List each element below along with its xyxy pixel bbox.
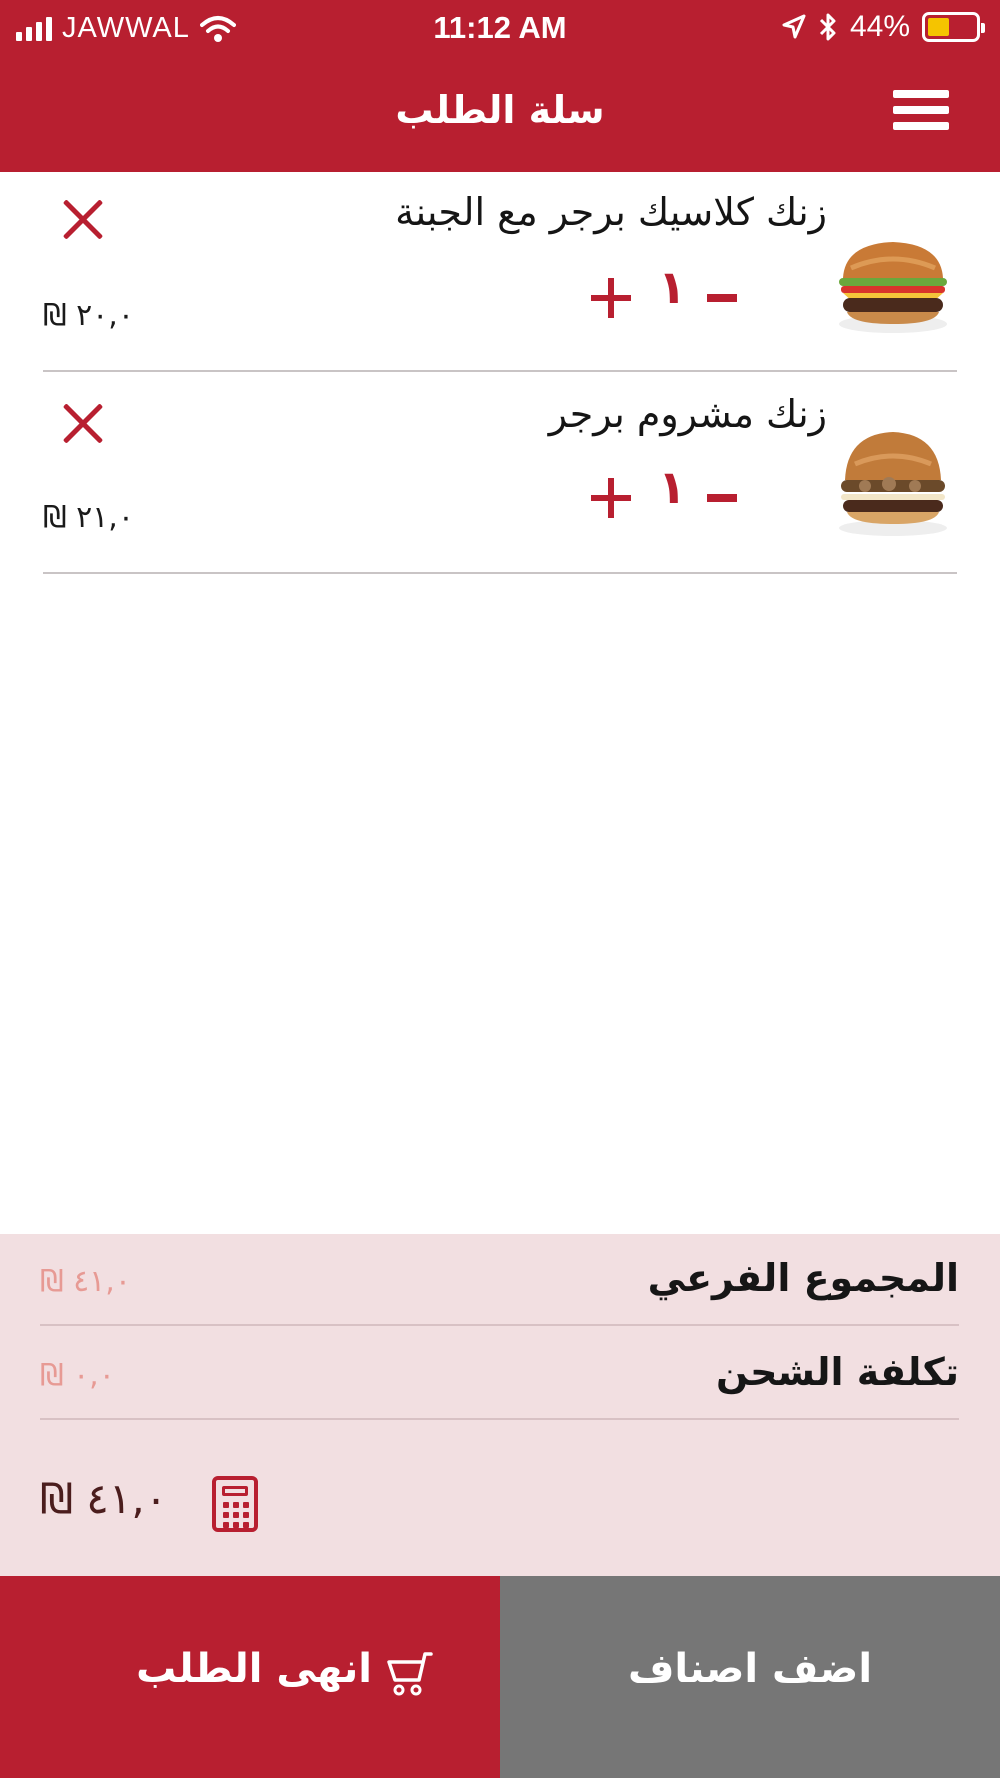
decrease-quantity-button[interactable] [707,294,737,302]
calculator-icon [212,1476,258,1532]
finish-order-label: انهى الطلب [136,1646,372,1692]
menu-icon[interactable] [893,90,949,130]
item-name: زنك كلاسيك برجر مع الجبنة [395,190,827,234]
remove-item-button[interactable] [61,402,105,446]
item-name: زنك مشروم برجر [548,392,827,436]
shipping-label: تكلفة الشحن [715,1350,959,1394]
add-items-button[interactable]: اضف اصناف [500,1576,1000,1778]
battery-percent: 44% [849,10,910,43]
finish-order-button[interactable]: انهى الطلب [0,1576,500,1778]
quantity-stepper: ١ [591,460,791,526]
status-right: 44% [782,10,985,44]
subtotal-label: المجموع الفرعي [647,1256,959,1300]
shipping-value: ₪ ٠,٠ [40,1358,115,1393]
increase-quantity-button[interactable] [591,278,631,318]
location-icon [782,14,806,39]
quantity-stepper: ١ [591,260,791,326]
add-items-label: اضف اصناف [627,1646,873,1692]
total-value: ₪ ٤١,٠ [40,1474,168,1523]
bluetooth-icon [819,13,836,41]
burger-image [839,432,947,536]
remove-item-button[interactable] [61,198,105,242]
status-bar: JAWWAL 11:12 AM 44% [0,0,1000,56]
increase-quantity-button[interactable] [591,478,631,518]
app-header: JAWWAL 11:12 AM 44% سلة الطلب [0,0,1000,172]
battery-icon [922,12,985,42]
item-price: ₪ ٢٠,٠ [43,298,134,333]
subtotal-row: المجموع الفرعي ₪ ٤١,٠ [40,1234,959,1326]
subtotal-value: ₪ ٤١,٠ [40,1264,131,1299]
item-quantity: ١ [657,460,687,514]
order-summary: المجموع الفرعي ₪ ٤١,٠ تكلفة الشحن ₪ ٠,٠ … [0,1234,1000,1576]
decrease-quantity-button[interactable] [707,494,737,502]
cart-item: زنك مشروم برجر ١ ₪ ٢١,٠ [43,372,957,574]
burger-image [839,242,947,333]
page-title: سلة الطلب [395,88,605,132]
item-price: ₪ ٢١,٠ [43,500,134,535]
shipping-row: تكلفة الشحن ₪ ٠,٠ [40,1328,959,1420]
item-quantity: ١ [657,260,687,314]
cart-item: زنك كلاسيك برجر مع الجبنة ١ ₪ ٢٠,٠ [43,172,957,372]
cart-icon [387,1652,433,1696]
